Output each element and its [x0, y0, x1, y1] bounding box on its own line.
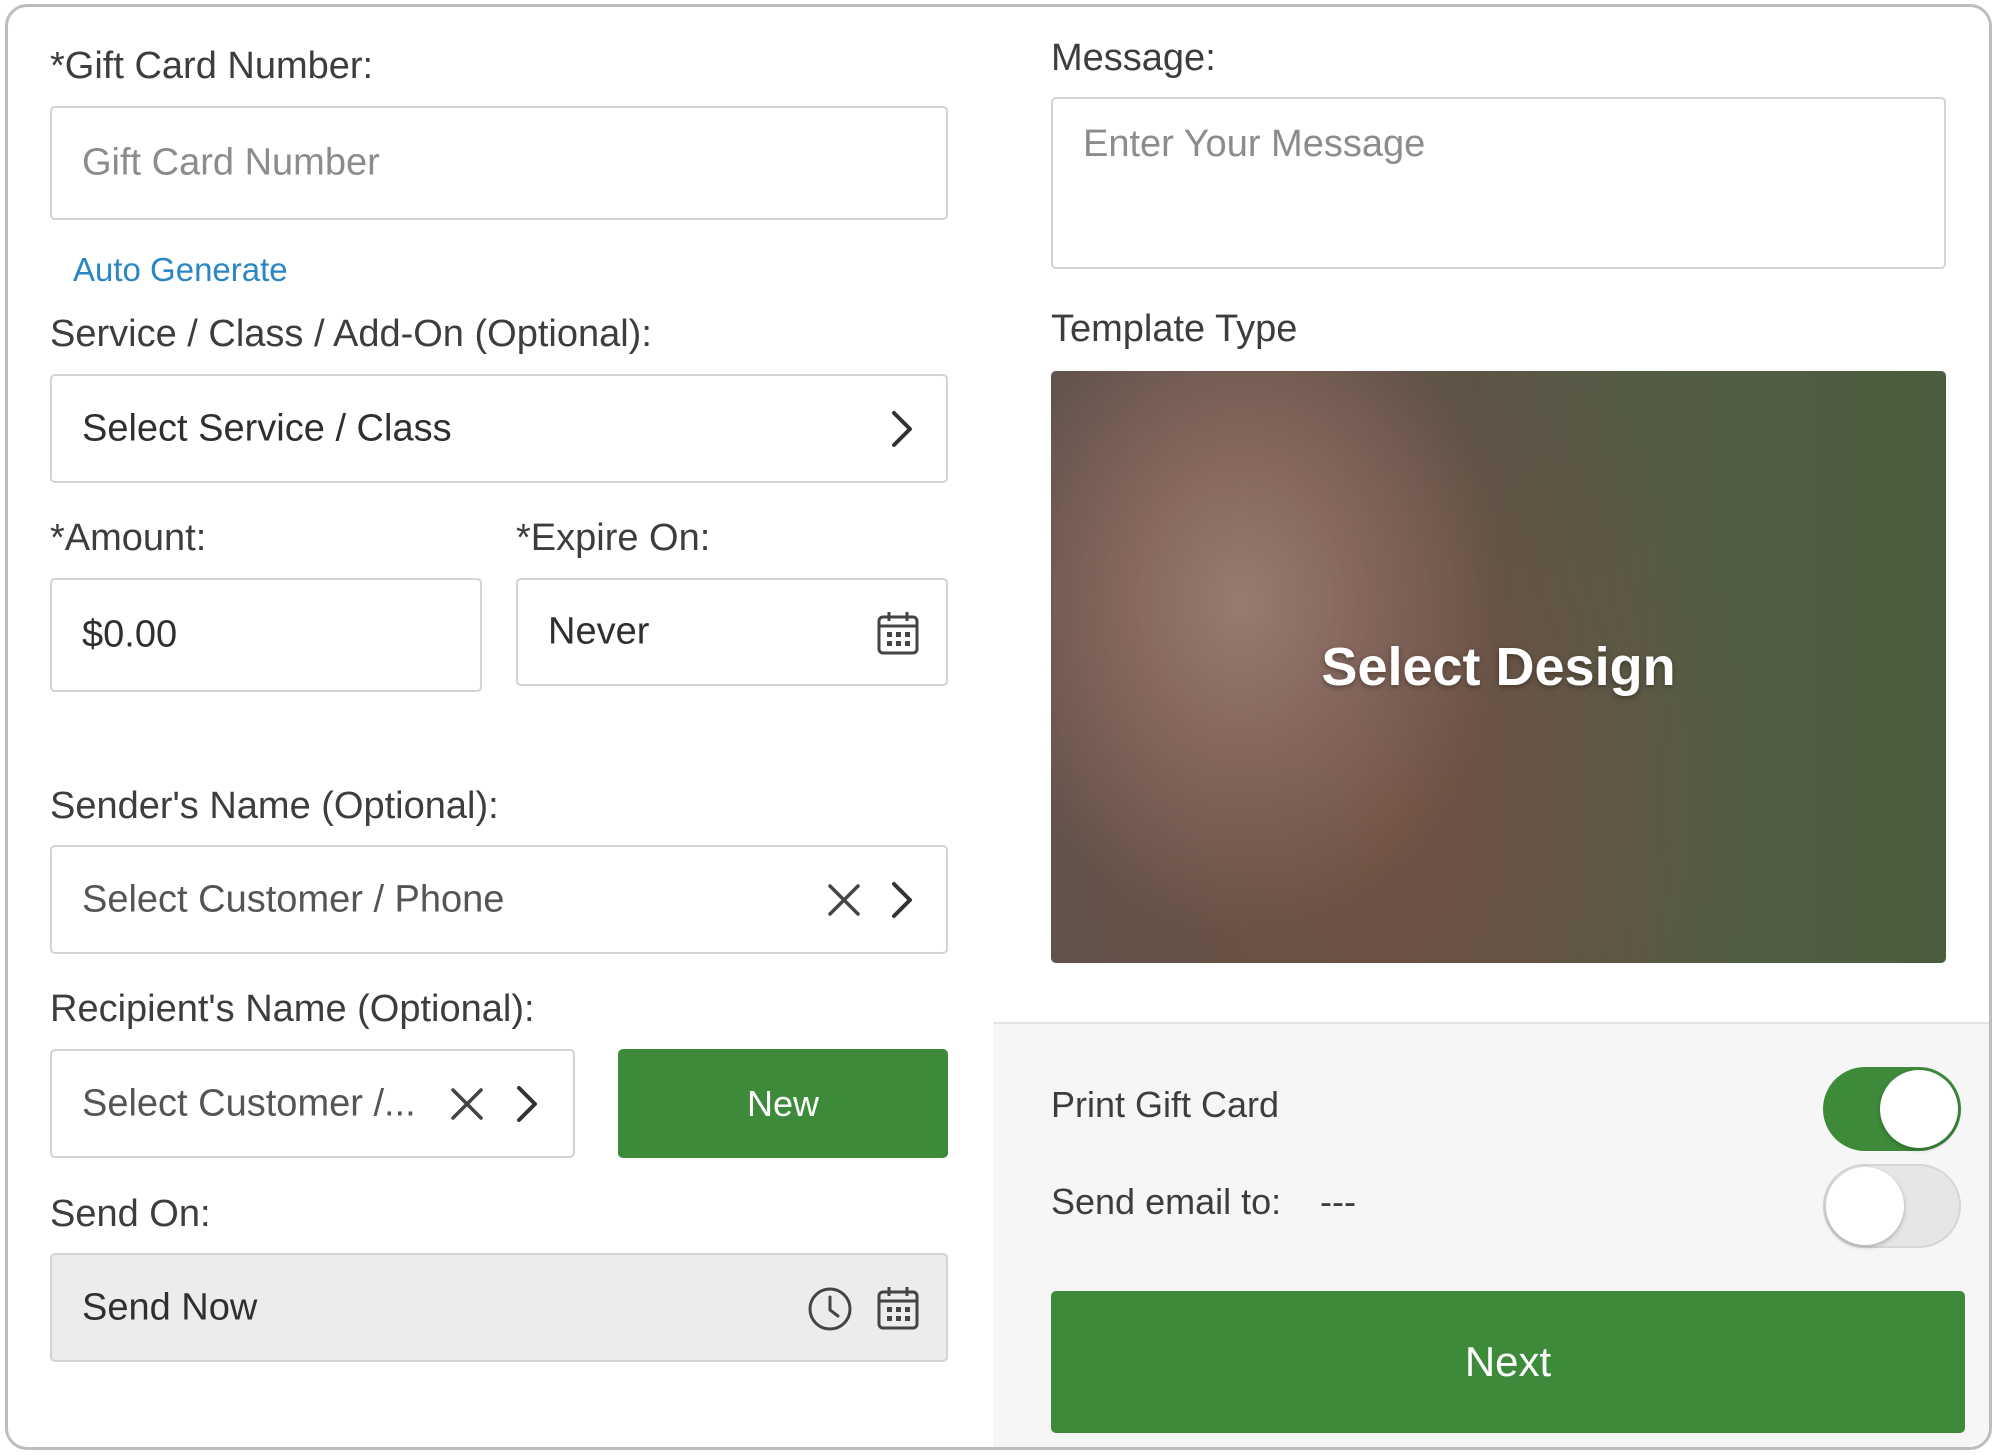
send-email-value: ---	[1320, 1181, 1356, 1223]
gift-card-number-label: *Gift Card Number:	[50, 45, 373, 88]
recipient-label: Recipient's Name (Optional):	[50, 988, 535, 1031]
recipient-placeholder: Select Customer /...	[82, 1082, 416, 1125]
close-icon[interactable]	[449, 1086, 485, 1122]
next-button[interactable]: Next	[1051, 1291, 1965, 1433]
chevron-right-icon[interactable]	[515, 1084, 539, 1124]
amount-label: *Amount:	[50, 517, 206, 560]
options-panel: Print Gift Card Send email to: --- Next	[993, 1022, 1992, 1450]
service-select[interactable]: Select Service / Class	[50, 374, 948, 483]
sender-select[interactable]: Select Customer / Phone	[50, 845, 948, 954]
sender-label: Sender's Name (Optional):	[50, 785, 499, 828]
auto-generate-link[interactable]: Auto Generate	[73, 251, 288, 289]
message-placeholder: Enter Your Message	[1083, 123, 1425, 166]
clock-icon[interactable]	[806, 1285, 854, 1333]
chevron-right-icon[interactable]	[890, 880, 914, 920]
toggle-knob	[1880, 1070, 1958, 1148]
send-on-label: Send On:	[50, 1193, 211, 1236]
send-email-label: Send email to:	[1051, 1181, 1281, 1223]
chevron-right-icon	[890, 409, 914, 449]
gift-card-form: *Gift Card Number: Gift Card Number Auto…	[5, 4, 1992, 1450]
gift-card-number-placeholder: Gift Card Number	[82, 142, 380, 185]
message-input[interactable]: Enter Your Message	[1051, 97, 1946, 269]
expire-input[interactable]: Never	[516, 578, 948, 686]
calendar-icon[interactable]	[876, 1285, 920, 1331]
expire-label: *Expire On:	[516, 517, 710, 560]
send-email-toggle[interactable]	[1823, 1164, 1961, 1248]
close-icon[interactable]	[826, 882, 862, 918]
template-type-label: Template Type	[1051, 308, 1297, 351]
send-on-input[interactable]: Send Now	[50, 1253, 948, 1362]
calendar-icon[interactable]	[876, 610, 920, 656]
service-label: Service / Class / Add-On (Optional):	[50, 313, 652, 356]
send-on-value: Send Now	[82, 1286, 257, 1329]
template-design-picker[interactable]: Select Design	[1051, 371, 1946, 963]
amount-value: $0.00	[82, 614, 177, 657]
message-label: Message:	[1051, 37, 1216, 80]
amount-input[interactable]: $0.00	[50, 578, 482, 692]
select-design-caption: Select Design	[1051, 636, 1946, 698]
print-gift-card-toggle[interactable]	[1823, 1067, 1961, 1151]
toggle-knob	[1826, 1167, 1904, 1245]
service-select-placeholder: Select Service / Class	[82, 407, 452, 450]
expire-value: Never	[548, 611, 649, 654]
sender-placeholder: Select Customer / Phone	[82, 878, 504, 921]
gift-card-number-input[interactable]: Gift Card Number	[50, 106, 948, 220]
new-customer-button[interactable]: New	[618, 1049, 948, 1158]
recipient-select[interactable]: Select Customer /...	[50, 1049, 575, 1158]
print-gift-card-label: Print Gift Card	[1051, 1084, 1279, 1126]
